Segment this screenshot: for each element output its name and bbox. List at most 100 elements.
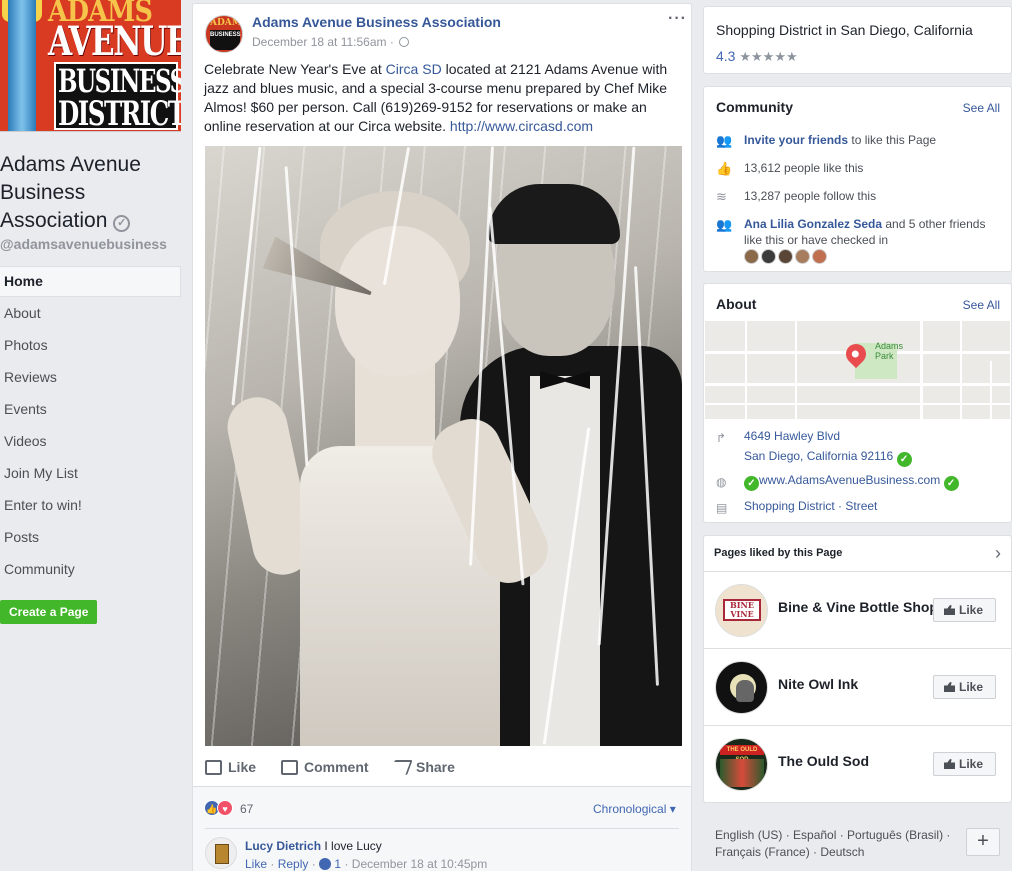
post-author-avatar[interactable]: ADAMS BUSINESS: [205, 15, 243, 53]
post-text-intro: Celebrate New Year's Eve at: [204, 61, 386, 77]
community-see-all-link[interactable]: See All: [963, 101, 1000, 115]
follows-count-text: 13,287 people follow this: [744, 189, 877, 203]
store-icon: ▤: [716, 501, 728, 515]
share-button[interactable]: Share: [389, 752, 455, 782]
rss-follow-icon: ≋: [716, 189, 727, 204]
page-title[interactable]: Adams Avenue Business Association ✓: [0, 151, 180, 235]
website-link[interactable]: www.AdamsAvenueBusiness.com: [759, 473, 940, 487]
like-button[interactable]: Like: [205, 752, 256, 782]
post-author-name[interactable]: Adams Avenue Business Association: [252, 14, 501, 30]
map-road: [920, 321, 923, 419]
liked-page-avatar[interactable]: THE OULD SOD: [715, 738, 768, 791]
friend-avatar[interactable]: [761, 249, 776, 264]
comment-body: Lucy Dietrich I love Lucy: [245, 839, 382, 853]
nav-item-about[interactable]: About: [0, 297, 181, 329]
like-page-button[interactable]: Like: [933, 675, 996, 699]
map-road: [990, 361, 992, 419]
post-timestamp[interactable]: December 18 at 11:56am ·: [252, 35, 410, 49]
commenter-avatar[interactable]: [205, 837, 237, 869]
thumbs-up-icon: [944, 682, 955, 692]
directions-icon: ↱: [716, 431, 727, 445]
storefront-graphic: [720, 759, 764, 787]
comment-button[interactable]: Comment: [281, 752, 369, 782]
thumbs-up-icon: 👍: [716, 161, 733, 176]
friend-avatar[interactable]: [778, 249, 793, 264]
address-line-1[interactable]: 4649 Hawley Blvd: [744, 426, 840, 446]
thumbs-up-icon: [205, 760, 222, 775]
check-icon: ✓: [744, 476, 759, 491]
photo-woman-face: [335, 226, 460, 376]
like-page-button[interactable]: Like: [933, 598, 996, 622]
post-text: Celebrate New Year's Eve at Circa SD loc…: [204, 60, 684, 136]
like-page-button[interactable]: Like: [933, 752, 996, 776]
liked-page-name[interactable]: Nite Owl Ink: [778, 676, 858, 692]
nav-item-community[interactable]: Community: [0, 553, 181, 585]
globe-icon: ◍: [716, 475, 727, 489]
add-language-button[interactable]: +: [966, 828, 1000, 856]
rating-value: 4.3: [716, 48, 736, 64]
likes-count-text: 13,612 people like this: [744, 161, 864, 175]
pages-liked-header[interactable]: Pages liked by this Page ›: [704, 536, 1011, 572]
place-category[interactable]: Shopping District in San Diego, Californ…: [716, 22, 973, 38]
map-road: [795, 321, 797, 419]
ould-sod-sign: THE OULD SOD: [720, 745, 764, 763]
reactions-and-comments: 👍 ♥ 67 Chronological ▾ Lucy Dietrich I lo…: [193, 786, 691, 871]
check-icon: ✓: [943, 476, 959, 491]
liked-page-name[interactable]: The Ould Sod: [778, 753, 869, 769]
nav-item-posts[interactable]: Posts: [0, 521, 181, 553]
rating[interactable]: 4.3 ★★★★★: [716, 48, 798, 65]
about-title: About: [716, 296, 757, 312]
language-links[interactable]: English (US) · Español · Português (Bras…: [715, 827, 955, 861]
page-handle[interactable]: @adamsavenuebusiness: [0, 236, 167, 252]
friend-avatar[interactable]: [812, 249, 827, 264]
like-button-label: Like: [228, 759, 257, 775]
friend-name-link[interactable]: Ana Lilia Gonzalez Seda: [744, 217, 882, 231]
chevron-right-icon[interactable]: ›: [995, 543, 1001, 564]
liked-page-avatar[interactable]: [715, 661, 768, 714]
comment-sort-dropdown[interactable]: Chronological ▾: [593, 802, 676, 816]
liked-page-name[interactable]: Bine & Vine Bottle Shop: [778, 599, 938, 615]
reaction-count[interactable]: 67: [240, 802, 253, 816]
like-page-label: Like: [959, 680, 984, 694]
reaction-icons[interactable]: 👍 ♥: [204, 800, 233, 816]
bine-vine-logo: BINE VINE: [723, 599, 761, 621]
nav-item-join-my-list[interactable]: Join My List: [0, 457, 181, 489]
nav-item-events[interactable]: Events: [0, 393, 181, 425]
about-see-all-link[interactable]: See All: [963, 298, 1000, 312]
community-title: Community: [716, 99, 793, 115]
friend-avatar[interactable]: [744, 249, 759, 264]
friend-avatar[interactable]: [795, 249, 810, 264]
category-link[interactable]: Shopping District · Street: [744, 496, 877, 516]
share-icon: [389, 760, 413, 775]
post-actions: Like Comment Share: [205, 752, 682, 782]
comment-time[interactable]: December 18 at 10:45pm: [352, 857, 487, 871]
post-card: ADAMS BUSINESS Adams Avenue Business Ass…: [192, 3, 692, 871]
nav-item-photos[interactable]: Photos: [0, 329, 181, 361]
address-line-2[interactable]: San Diego, California 92116: [744, 449, 893, 463]
like-page-label: Like: [959, 603, 984, 617]
check-icon: ✓: [896, 452, 912, 467]
create-page-button[interactable]: Create a Page: [0, 600, 98, 624]
map-road: [705, 383, 1010, 386]
post-link-circa[interactable]: Circa SD: [386, 61, 442, 77]
post-url-link[interactable]: http://www.circasd.com: [450, 118, 593, 134]
liked-page-item: BINE VINE Bine & Vine Bottle Shop Like: [704, 572, 1011, 649]
thumbs-up-icon: [944, 605, 955, 615]
nav-item-enter-to-win[interactable]: Enter to win!: [0, 489, 181, 521]
commenter-name[interactable]: Lucy Dietrich: [245, 839, 321, 853]
comment-like-count[interactable]: 1: [334, 857, 341, 871]
post-time-text[interactable]: December 18 at 11:56am ·: [252, 35, 394, 49]
comment-like-link[interactable]: Like: [245, 857, 267, 871]
page-profile-logo[interactable]: ADAMS AVENUE BUSINESS DISTRICT: [0, 0, 181, 132]
post-photo[interactable]: [205, 146, 682, 746]
nav-item-videos[interactable]: Videos: [0, 425, 181, 457]
post-options-menu-icon[interactable]: ···: [668, 10, 687, 28]
location-map[interactable]: Adams Park: [705, 321, 1010, 419]
nav-item-home[interactable]: Home: [0, 266, 181, 297]
invite-friends-link[interactable]: Invite your friends: [744, 133, 848, 147]
like-page-label: Like: [959, 757, 984, 771]
liked-page-avatar[interactable]: BINE VINE: [715, 584, 768, 637]
nav-item-reviews[interactable]: Reviews: [0, 361, 181, 393]
comment-meta: Like · Reply · 1 · December 18 at 10:45p…: [245, 857, 488, 871]
comment-reply-link[interactable]: Reply: [278, 857, 309, 871]
